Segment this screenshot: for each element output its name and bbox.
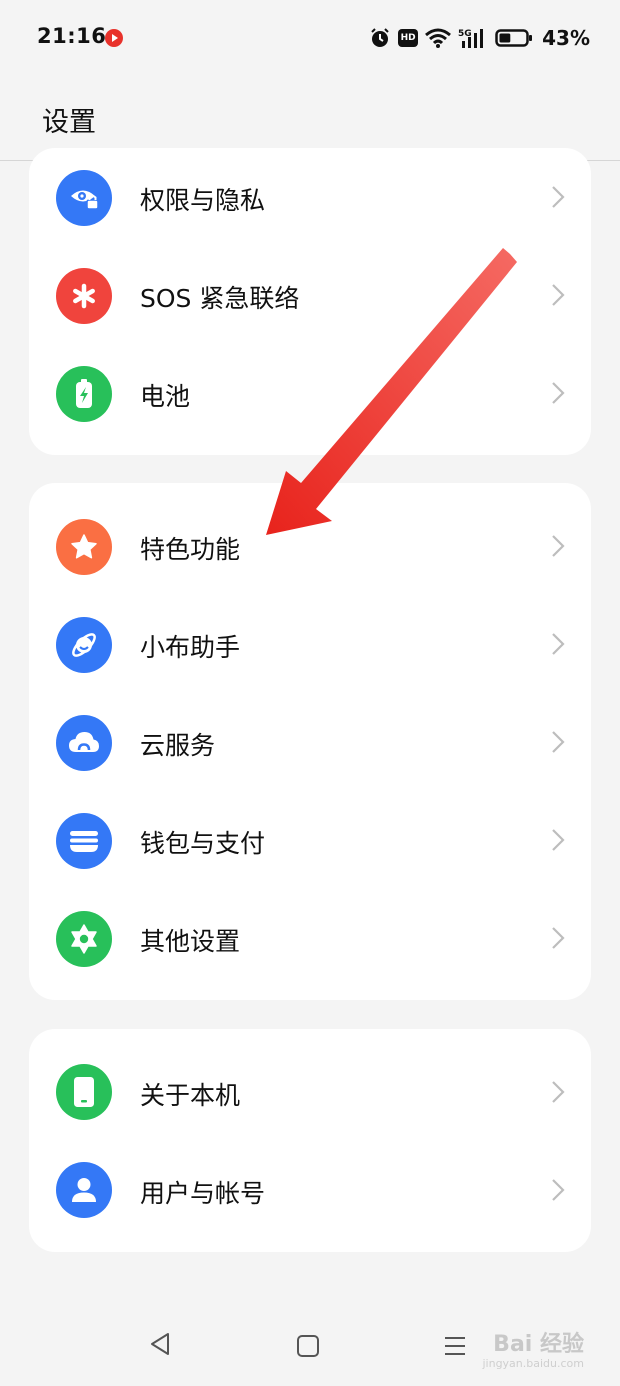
settings-item-users-accounts[interactable]: 用户与帐号 — [29, 1142, 591, 1240]
back-triangle-icon[interactable] — [148, 1331, 172, 1357]
settings-item-label: 其他设置 — [140, 927, 241, 956]
wifi-icon — [425, 28, 452, 48]
sos-asterisk-icon — [56, 268, 112, 324]
settings-item-features[interactable]: 特色功能 — [29, 498, 591, 596]
chevron-right-icon — [552, 829, 565, 851]
alarm-icon — [371, 28, 389, 47]
settings-group-2: 特色功能 小布助手 云服务 钱包与支付 其他设置 — [29, 483, 591, 1000]
settings-item-other[interactable]: 其他设置 — [29, 890, 591, 988]
settings-group-3: 关于本机 用户与帐号 — [29, 1029, 591, 1252]
privacy-eye-lock-icon — [56, 170, 112, 226]
chevron-right-icon — [552, 731, 565, 753]
settings-item-label: 权限与隐私 — [140, 186, 266, 215]
wallet-icon — [56, 813, 112, 869]
phone-icon — [56, 1064, 112, 1120]
settings-item-label: 钱包与支付 — [140, 829, 266, 858]
settings-item-label: 关于本机 — [140, 1081, 241, 1110]
chevron-right-icon — [552, 927, 565, 949]
star-icon — [56, 519, 112, 575]
assistant-planet-icon — [56, 617, 112, 673]
settings-item-label: 云服务 — [140, 731, 216, 760]
chevron-right-icon — [552, 1081, 565, 1103]
settings-item-label: 用户与帐号 — [140, 1179, 266, 1208]
baidu-watermark: Bai 经验 — [493, 1332, 584, 1357]
chevron-right-icon — [552, 186, 565, 208]
status-time: 21:16 — [37, 24, 107, 48]
settings-item-label: 小布助手 — [140, 633, 241, 662]
settings-item-wallet[interactable]: 钱包与支付 — [29, 792, 591, 890]
battery-icon — [495, 29, 533, 47]
cloud-icon — [56, 715, 112, 771]
chevron-right-icon — [552, 1179, 565, 1201]
chevron-right-icon — [552, 535, 565, 557]
screen-record-icon — [105, 29, 123, 47]
battery-percent: 43% — [542, 26, 590, 50]
gear-icon — [56, 911, 112, 967]
settings-item-assistant[interactable]: 小布助手 — [29, 596, 591, 694]
settings-item-about-phone[interactable]: 关于本机 — [29, 1044, 591, 1142]
chevron-right-icon — [552, 284, 565, 306]
settings-item-label: 特色功能 — [140, 535, 241, 564]
page-title: 设置 — [42, 107, 96, 138]
chevron-right-icon — [552, 633, 565, 655]
home-square-icon[interactable] — [296, 1334, 320, 1358]
settings-item-battery[interactable]: 电池 — [29, 344, 591, 442]
status-icons: HD 5G 43% — [369, 24, 590, 52]
cellular-5g-signal-icon: 5G — [458, 29, 484, 48]
settings-item-cloud[interactable]: 云服务 — [29, 694, 591, 792]
hd-icon: HD — [398, 29, 419, 47]
settings-item-label: 电池 — [140, 382, 191, 411]
recents-menu-icon[interactable] — [443, 1334, 467, 1358]
baidu-watermark-url: jingyan.baidu.com — [482, 1357, 584, 1370]
settings-group-1: 权限与隐私 SOS 紧急联络 电池 — [29, 148, 591, 455]
settings-item-privacy[interactable]: 权限与隐私 — [29, 148, 591, 246]
user-icon — [56, 1162, 112, 1218]
battery-bolt-icon — [56, 366, 112, 422]
settings-item-label: SOS 紧急联络 — [140, 284, 300, 313]
chevron-right-icon — [552, 382, 565, 404]
status-bar: 21:16 HD 5G 43% — [0, 0, 620, 76]
settings-item-sos[interactable]: SOS 紧急联络 — [29, 246, 591, 344]
